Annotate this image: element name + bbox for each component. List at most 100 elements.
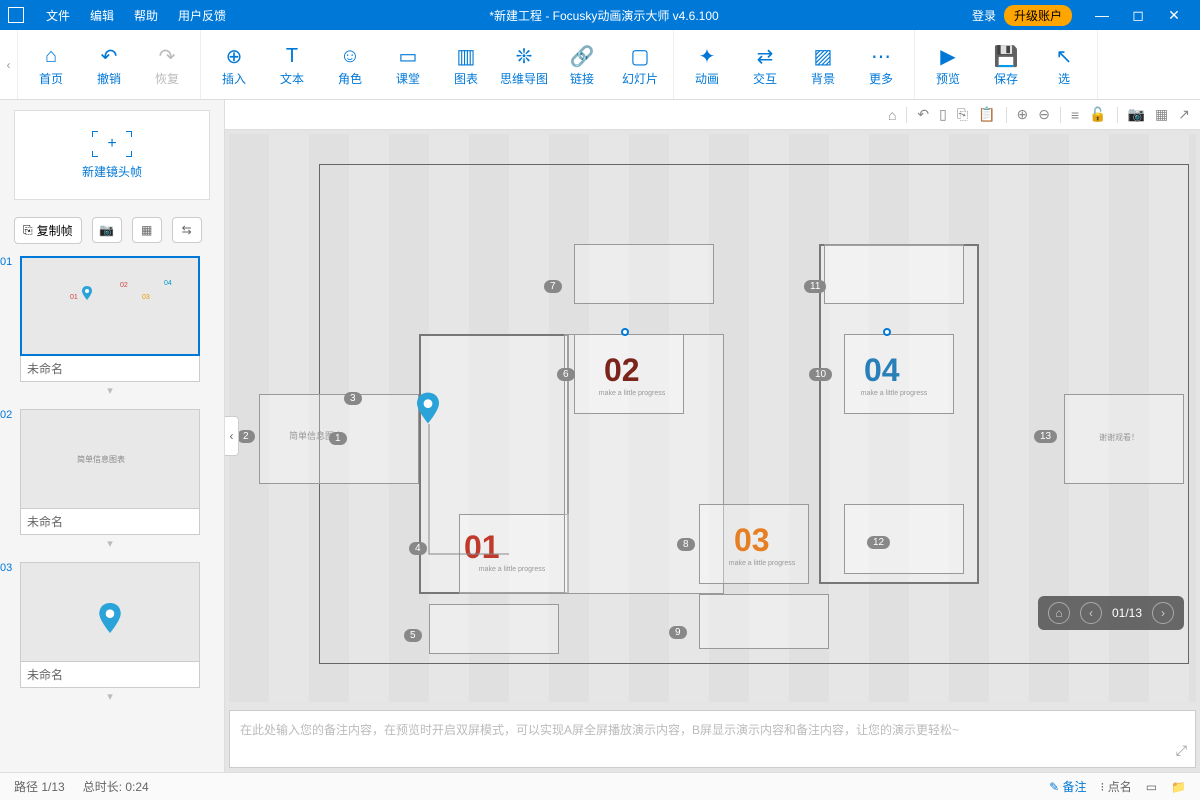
frame-action-bar: ⎘复制帧 📷 ▦ ⇆ — [0, 210, 224, 250]
plus-icon: + — [107, 135, 116, 153]
redo-icon: ↷ — [159, 42, 176, 70]
more-icon: ⋯ — [871, 42, 891, 70]
portrait-icon[interactable]: ▯ — [939, 106, 947, 123]
save-button[interactable]: 💾保存 — [977, 35, 1035, 95]
more-button[interactable]: ⋯更多 — [852, 35, 910, 95]
slide-number: 01 — [0, 256, 12, 268]
zoom-out-icon[interactable]: ⊖ — [1038, 106, 1050, 123]
nav-prev-button[interactable]: ‹ — [1080, 602, 1102, 624]
slide-button[interactable]: ▢幻灯片 — [611, 35, 669, 95]
login-link[interactable]: 登录 — [972, 7, 996, 24]
notes-panel[interactable]: 在此处输入您的备注内容，在预览时开启双屏模式，可以实现A屏全屏播放演示内容，B屏… — [229, 710, 1196, 768]
copy-frame-button[interactable]: ⎘复制帧 — [14, 217, 82, 244]
remark-link[interactable]: ✎ 备注 — [1049, 778, 1086, 795]
plus-circle-icon: ⊕ — [226, 42, 243, 70]
upgrade-button[interactable]: 升级账户 — [1004, 5, 1072, 26]
camera-icon: 📷 — [99, 223, 114, 237]
menu-help[interactable]: 帮助 — [124, 7, 168, 24]
slide-thumb-2[interactable]: 简单信息图表 — [20, 409, 200, 509]
interact-button[interactable]: ⇄交互 — [736, 35, 794, 95]
link-button[interactable]: 🔗链接 — [553, 35, 611, 95]
undo-icon: ↶ — [101, 42, 118, 70]
slide-thumb-1[interactable]: 01 02 03 04 — [20, 256, 200, 356]
subtitle: make a little progress — [587, 390, 677, 397]
subtitle: make a little progress — [717, 560, 807, 567]
folder-icon[interactable]: 📁 — [1171, 780, 1186, 794]
home-icon[interactable]: ⌂ — [888, 107, 896, 123]
nav-home-button[interactable]: ⌂ — [1048, 602, 1070, 624]
dots-link[interactable]: ⁝ 点名 — [1101, 778, 1132, 795]
badge-2: 2 — [237, 430, 255, 443]
text-icon: T — [286, 42, 298, 70]
copy-icon[interactable]: ⎘ — [957, 106, 968, 123]
menu-edit[interactable]: 编辑 — [80, 7, 124, 24]
person-icon: ☺ — [340, 42, 360, 70]
anim-button[interactable]: ✦动画 — [678, 35, 736, 95]
badge-4: 4 — [409, 542, 427, 555]
swap-button[interactable]: ⇆ — [172, 217, 202, 243]
badge-6: 6 — [557, 368, 575, 381]
slide-number: 03 — [0, 562, 12, 574]
minimize-button[interactable]: — — [1084, 7, 1120, 23]
canvas[interactable]: 简单信息图表 2 1 01 make a little progress 3 4… — [229, 134, 1196, 702]
mindmap-button[interactable]: ❊思维导图 — [495, 35, 553, 95]
anchor-dot[interactable] — [883, 328, 891, 336]
maximize-button[interactable]: ◻ — [1120, 7, 1156, 24]
close-button[interactable]: ✕ — [1156, 7, 1192, 24]
rotate-left-icon[interactable]: ↶ — [917, 106, 929, 123]
slide-label[interactable]: 未命名 — [20, 662, 200, 688]
class-button[interactable]: ▭课堂 — [379, 35, 437, 95]
badge-8: 8 — [677, 538, 695, 551]
mindmap-icon: ❊ — [516, 42, 533, 70]
main-toolbar: ‹ ⌂首页 ↶撤销 ↷恢复 ⊕插入 T文本 ☺角色 ▭课堂 ▥图表 ❊思维导图 … — [0, 30, 1200, 100]
undo-button[interactable]: ↶撤销 — [80, 35, 138, 95]
anchor-dot[interactable] — [621, 328, 629, 336]
subtitle: make a little progress — [849, 390, 939, 397]
app-logo-icon — [8, 7, 24, 23]
image-icon: ▨ — [814, 42, 833, 70]
menu-feedback[interactable]: 用户反馈 — [168, 7, 236, 24]
sidebar-collapse[interactable]: ‹ — [225, 416, 239, 456]
grid-icon[interactable]: ▦ — [1155, 106, 1168, 123]
titlebar: 文件 编辑 帮助 用户反馈 *新建工程 - Focusky动画演示大师 v4.6… — [0, 0, 1200, 30]
slide-icon: ▢ — [631, 42, 650, 70]
chart-button[interactable]: ▥图表 — [437, 35, 495, 95]
bg-button[interactable]: ▨背景 — [794, 35, 852, 95]
paste-icon[interactable]: 📋 — [978, 106, 995, 123]
expand-icon[interactable]: ⤢ — [1176, 742, 1187, 759]
preview-button[interactable]: ▶预览 — [919, 35, 977, 95]
menu-file[interactable]: 文件 — [36, 7, 80, 24]
window-title: *新建工程 - Focusky动画演示大师 v4.6.100 — [236, 7, 972, 24]
select-button[interactable]: ↖选 — [1035, 35, 1093, 95]
home-button[interactable]: ⌂首页 — [22, 35, 80, 95]
layout-icon[interactable]: ▭ — [1146, 780, 1157, 794]
text-button[interactable]: T文本 — [263, 35, 321, 95]
book-icon: ▭ — [399, 42, 418, 70]
slide-thumb-3[interactable] — [20, 562, 200, 662]
pin-icon[interactable] — [417, 392, 439, 424]
redo-button[interactable]: ↷恢复 — [138, 35, 196, 95]
main-area: + 新建镜头帧 ⎘复制帧 📷 ▦ ⇆ 01 01 02 03 04 未命名 ▾ … — [0, 100, 1200, 772]
align-icon[interactable]: ≡ — [1071, 107, 1079, 123]
role-button[interactable]: ☺角色 — [321, 35, 379, 95]
badge-11: 11 — [804, 280, 826, 293]
insert-button[interactable]: ⊕插入 — [205, 35, 263, 95]
arrow-icon[interactable]: ↗ — [1178, 106, 1190, 123]
lock-icon[interactable]: 🔓 — [1089, 106, 1106, 123]
camera-button[interactable]: 📷 — [92, 217, 122, 243]
nav-next-button[interactable]: › — [1152, 602, 1174, 624]
camera-icon[interactable]: 📷 — [1128, 106, 1145, 123]
canvas-toolbar: ⌂ ↶ ▯ ⎘ 📋 ⊕ ⊖ ≡ 🔓 📷 ▦ ↗ — [225, 100, 1200, 130]
home-icon: ⌂ — [45, 42, 57, 70]
new-frame-button[interactable]: + 新建镜头帧 — [14, 110, 210, 200]
badge-1: 1 — [329, 432, 347, 445]
toolbar-collapse-left[interactable]: ‹ — [0, 30, 18, 99]
badge-7: 7 — [544, 280, 562, 293]
qr-button[interactable]: ▦ — [132, 217, 162, 243]
slide-label[interactable]: 未命名 — [20, 356, 200, 382]
badge-9: 9 — [669, 626, 687, 639]
badge-10: 10 — [809, 368, 832, 381]
zoom-in-icon[interactable]: ⊕ — [1017, 106, 1029, 123]
slide-label[interactable]: 未命名 — [20, 509, 200, 535]
path-status: 路径 1/13 — [14, 778, 65, 795]
